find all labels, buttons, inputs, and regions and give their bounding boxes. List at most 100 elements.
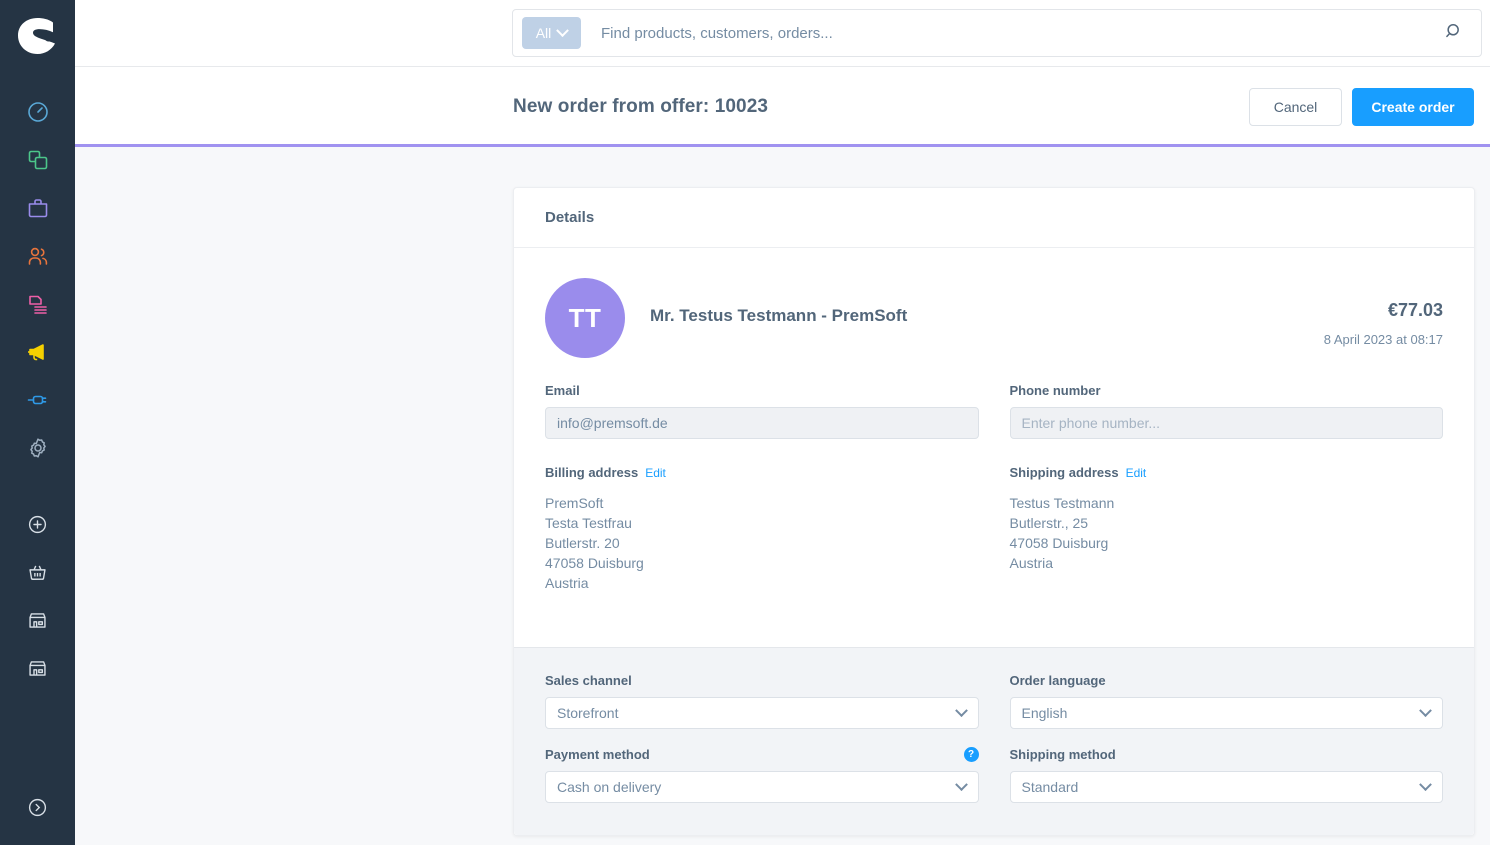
payment-method-label-row: Payment method ? [545,747,979,762]
customer-name: Mr. Testus Testmann - PremSoft [650,306,908,325]
order-summary: €77.03 8 April 2023 at 08:17 [1324,300,1443,347]
sidebar-shortcuts [0,500,75,692]
search-button[interactable] [1427,10,1481,56]
email-field-block: Email [545,383,979,439]
create-order-button[interactable]: Create order [1352,88,1474,126]
top-bar: All [75,0,1490,67]
page-title: New order from offer: 10023 [513,96,769,117]
address-line: Austria [545,575,589,591]
sidebar-item-storefront-2[interactable] [0,644,75,692]
sidebar-main-nav [0,88,75,472]
users-icon [26,244,50,268]
bag-icon [26,196,50,220]
address-line: 47058 Duisburg [545,555,644,571]
details-card-header: Details [514,188,1474,248]
address-line: Butlerstr., 25 [1009,515,1089,531]
payment-method-block: Payment method ? Cash on delivery [545,747,979,803]
gear-icon [26,436,50,460]
shipping-address-label: Shipping address [1009,465,1119,480]
shipping-method-block: Shipping method Standard [1009,747,1443,803]
order-date: 8 April 2023 at 08:17 [1323,332,1443,347]
sidebar-item-customers[interactable] [0,232,75,280]
address-line: PremSoft [545,495,604,511]
plug-icon [26,388,50,412]
copy-icon [26,148,50,172]
sidebar-item-catalogues[interactable] [0,136,75,184]
sidebar-item-orders[interactable] [0,184,75,232]
address-line: Testus Testmann [1009,495,1115,511]
sidebar-item-settings[interactable] [0,424,75,472]
shipping-address-lines: Testus Testmann Butlerstr., 25 47058 Dui… [1010,493,1444,573]
sidebar-item-marketing[interactable] [0,328,75,376]
order-language-block: Order language English [1009,673,1443,729]
search-input[interactable] [601,24,1427,42]
shipping-address-header: Shipping address Edit [1010,465,1444,480]
shipping-address-edit-link[interactable]: Edit [1126,466,1147,480]
customer-summary: TT Mr. Testus Testmann - PremSoft €77.03… [545,278,1443,358]
store-icon [27,658,48,679]
address-line: 47058 Duisburg [1009,535,1109,551]
billing-address-header: Billing address Edit [545,465,979,480]
payment-method-label: Payment method [545,747,650,762]
email-field[interactable] [545,407,979,439]
details-card-title: Details [545,209,595,226]
shipping-method-value: Standard [1021,779,1079,795]
details-card-body: TT Mr. Testus Testmann - PremSoft €77.03… [514,248,1474,647]
address-line: Testa Testfrau [545,515,632,531]
gauge-icon [26,100,50,124]
sidebar-item-storefront-1[interactable] [0,596,75,644]
chevron-down-icon [1419,778,1432,792]
chevron-down-icon [1419,704,1432,718]
phone-field[interactable] [1009,407,1443,439]
sidebar-item-dashboard[interactable] [0,88,75,136]
chevron-right-circle-icon [27,797,48,818]
order-language-value: English [1021,705,1068,721]
phone-field-block: Phone number [1009,383,1443,439]
sales-channel-select[interactable]: Storefront [545,697,979,729]
global-search: All [512,9,1482,57]
payment-method-select[interactable]: Cash on delivery [545,771,979,803]
billing-address-label: Billing address [545,465,639,480]
address-fields: Billing address Edit PremSoft Testa Test… [545,439,1443,593]
sidebar-item-extensions[interactable] [0,376,75,424]
shopware-logo[interactable] [15,16,61,56]
shipping-method-label: Shipping method [1009,747,1116,762]
sales-channel-block: Sales channel Storefront [545,673,979,729]
sidebar-expand-button[interactable] [0,783,75,831]
search-scope-label: All [535,25,552,41]
order-total: €77.03 [1387,300,1443,320]
details-card: Details TT Mr. Testus Testmann - PremSof… [513,187,1475,836]
header-actions: Cancel Create order [1249,88,1474,126]
sidebar [0,0,75,845]
billing-address-edit-link[interactable]: Edit [645,466,666,480]
search-scope-selector[interactable]: All [522,17,581,49]
question-mark-icon[interactable]: ? [963,747,979,762]
chevron-down-icon [556,23,570,37]
chevron-down-icon [954,704,968,718]
sidebar-item-basket[interactable] [0,548,75,596]
address-line: Austria [1009,555,1054,571]
billing-address-lines: PremSoft Testa Testfrau Butlerstr. 20 47… [545,493,979,593]
phone-label: Phone number [1009,383,1101,398]
megaphone-icon [26,340,50,364]
content-area: Details TT Mr. Testus Testmann - PremSof… [75,147,1490,845]
sales-channel-value: Storefront [557,705,619,721]
chevron-down-icon [954,778,968,792]
order-language-label: Order language [1009,673,1106,688]
avatar: TT [545,278,625,358]
payment-method-value: Cash on delivery [557,779,662,795]
content-icon [26,292,50,316]
sales-channel-label: Sales channel [545,673,632,688]
store-icon [27,610,48,631]
order-settings: Sales channel Storefront Payment method … [514,647,1474,835]
order-language-select[interactable]: English [1009,697,1443,729]
address-line: Butlerstr. 20 [545,535,620,551]
sidebar-item-content[interactable] [0,280,75,328]
cancel-button[interactable]: Cancel [1249,88,1342,126]
search-icon [1444,21,1464,46]
billing-address-block: Billing address Edit PremSoft Testa Test… [545,439,979,593]
shipping-method-select[interactable]: Standard [1009,771,1443,803]
email-label: Email [545,383,580,398]
page-header: New order from offer: 10023 Cancel Creat… [75,67,1490,145]
sidebar-item-add[interactable] [0,500,75,548]
